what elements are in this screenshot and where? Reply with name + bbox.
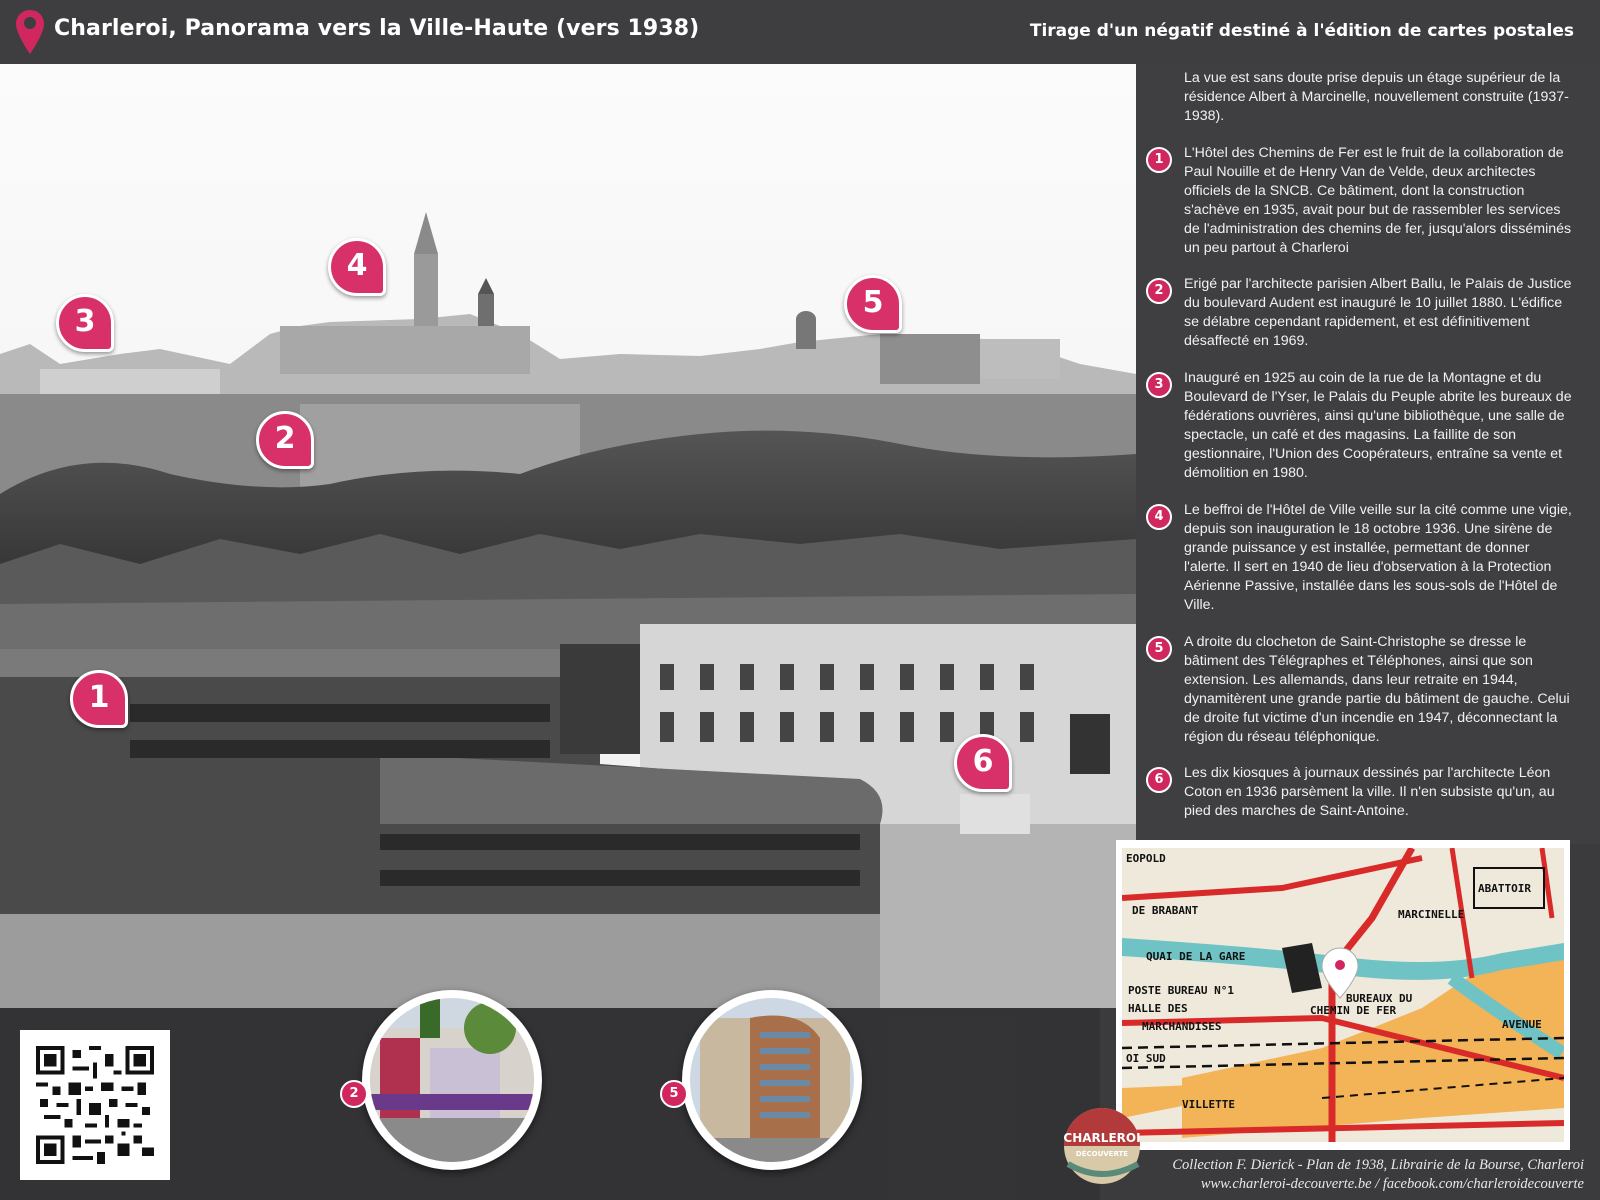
thumbnail-palais-justice[interactable] (362, 990, 542, 1170)
map-label: MARCHANDISES (1142, 1020, 1221, 1033)
map-label: POSTE BUREAU N°1 (1128, 984, 1234, 997)
photo-marker-5[interactable]: 5 (844, 275, 902, 333)
photo-marker-4[interactable]: 4 (328, 238, 386, 296)
page-title: Charleroi, Panorama vers la Ville-Haute … (54, 16, 700, 41)
item-text: Erigé par l'architecte parisien Albert B… (1184, 276, 1572, 349)
item-text: Les dix kiosques à journaux dessinés par… (1184, 765, 1555, 819)
thumbnail-number-badge: 2 (340, 1080, 368, 1108)
map-label: HALLE DES (1128, 1002, 1188, 1015)
item-text: L'Hôtel des Chemins de Fer est le fruit … (1184, 145, 1572, 256)
header-bar: Charleroi, Panorama vers la Ville-Haute … (0, 0, 1600, 64)
photo-marker-2[interactable]: 2 (256, 411, 314, 469)
charleroi-decouverte-logo: CHARLEROI DÉCOUVERTE (1063, 1108, 1141, 1184)
map-label: VILLETTE (1182, 1098, 1235, 1111)
page-subtitle: Tirage d'un négatif destiné à l'édition … (1029, 21, 1574, 41)
photo-marker-3[interactable]: 3 (56, 294, 114, 352)
map-label: CHEMIN DE FER (1310, 1004, 1396, 1017)
item-number-badge: 2 (1146, 278, 1172, 304)
credits: Collection F. Dierick - Plan de 1938, Li… (1172, 1156, 1584, 1194)
thumbnail-number-badge: 5 (660, 1080, 688, 1108)
item-text: Inauguré en 1925 au coin de la rue de la… (1184, 370, 1572, 481)
credit-line: Collection F. Dierick - Plan de 1938, Li… (1172, 1157, 1584, 1173)
location-pin-icon (16, 10, 44, 54)
map-label: OI SUD (1126, 1052, 1166, 1065)
map-label: EOPOLD (1126, 852, 1166, 865)
logo-text: CHARLEROI (1063, 1131, 1140, 1145)
item-text: Le beffroi de l'Hôtel de Ville veille su… (1184, 502, 1572, 613)
map-label: ABATTOIR (1478, 882, 1531, 895)
intro-text: La vue est sans doute prise depuis un ét… (1184, 70, 1569, 124)
city-map[interactable]: EOPOLD DE BRABANT QUAI DE LA GARE POSTE … (1116, 840, 1570, 1150)
marker-number: 3 (74, 304, 96, 339)
photo-marker-1[interactable]: 1 (70, 670, 128, 728)
photo-marker-6[interactable]: 6 (954, 734, 1012, 792)
item-number-badge: 6 (1146, 767, 1172, 793)
map-label: QUAI DE LA GARE (1146, 950, 1245, 963)
marker-number: 2 (274, 421, 296, 456)
marker-number: 6 (972, 744, 994, 779)
qr-code[interactable] (20, 1030, 170, 1180)
marker-number: 5 (862, 285, 884, 320)
marker-number: 1 (88, 680, 110, 715)
map-label: AVENUE (1502, 1018, 1542, 1031)
marker-number: 4 (346, 248, 368, 283)
item-number-badge: 4 (1146, 504, 1172, 530)
item-number-badge: 3 (1146, 372, 1172, 398)
item-number-badge: 5 (1146, 636, 1172, 662)
item-text: A droite du clocheton de Saint-Christoph… (1184, 634, 1570, 745)
map-label: DE BRABANT (1132, 904, 1199, 917)
item-number-badge: 1 (1146, 147, 1172, 173)
panorama-photo (0, 64, 1136, 1008)
logo-subtext: DÉCOUVERTE (1076, 1149, 1128, 1158)
credit-links[interactable]: www.charleroi-decouverte.be / facebook.c… (1172, 1175, 1584, 1194)
map-label: MARCINELLE (1398, 908, 1464, 921)
thumbnail-telegraphes[interactable] (682, 990, 862, 1170)
